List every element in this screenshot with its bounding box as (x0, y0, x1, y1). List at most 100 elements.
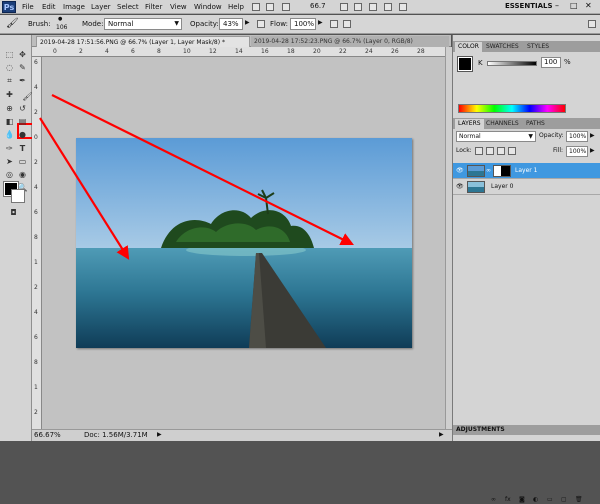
menu-file[interactable]: File (22, 2, 34, 12)
menu-layer[interactable]: Layer (91, 2, 111, 12)
pen-tool-icon[interactable]: ✑ (4, 143, 15, 154)
layer-mask-thumbnail[interactable] (493, 165, 511, 177)
menu-view[interactable]: View (170, 2, 187, 12)
trash-icon[interactable]: 🗑 (575, 496, 583, 503)
mode-select[interactable]: Normal ▼ (104, 18, 182, 30)
path-selection-tool-icon[interactable]: ➤ (4, 156, 15, 167)
background-color-swatch[interactable] (11, 189, 25, 203)
panel-toggle-icon[interactable] (588, 20, 596, 28)
document-image[interactable] (76, 138, 412, 348)
menu-image[interactable]: Image (63, 2, 85, 12)
zoom-icon[interactable] (354, 3, 362, 11)
layer-1-thumbnail[interactable] (467, 165, 485, 177)
dodge-tool-icon[interactable]: ● (17, 129, 28, 140)
brush-preview-icon[interactable]: ● (58, 16, 62, 22)
layer-style-icon[interactable]: fx (505, 496, 511, 503)
crop-tool-icon[interactable]: ⌗ (4, 75, 15, 86)
eraser-tool-icon[interactable]: ◧ (4, 116, 15, 127)
fill-field[interactable]: 100% (566, 146, 588, 157)
lasso-tool-icon[interactable]: ◌ (4, 62, 15, 73)
lock-all-icon[interactable] (508, 147, 516, 155)
color-spectrum[interactable] (458, 104, 566, 113)
layer-row-layer-1[interactable]: 👁 ∞ Layer 1 (453, 163, 600, 179)
status-menu-arrow-icon[interactable]: ▶ (157, 431, 162, 438)
lock-pixels-icon[interactable] (486, 147, 494, 155)
layer-0-name[interactable]: Layer 0 (491, 183, 513, 190)
layer-0-thumbnail[interactable] (467, 181, 485, 193)
3d-camera-tool-icon[interactable]: ◉ (17, 169, 28, 180)
eye-icon[interactable]: 👁 (456, 183, 464, 190)
brush-tool-preset-icon[interactable]: 🖌 (6, 18, 19, 29)
new-layer-icon[interactable]: ▢ (561, 496, 567, 503)
vertical-scrollbar[interactable] (445, 47, 452, 429)
brush-size[interactable]: 106 (56, 24, 67, 31)
eyedropper-tool-icon[interactable]: ✒ (17, 75, 28, 86)
opacity-field[interactable]: 43% (219, 18, 243, 30)
flow-arrow-icon[interactable]: ▶ (318, 19, 323, 26)
extras-icon[interactable] (282, 3, 290, 11)
tablet-pressure-icon[interactable] (257, 20, 265, 28)
tab-layers[interactable]: LAYERS (455, 119, 484, 129)
zoom-percentage[interactable]: 66.67% (34, 431, 61, 439)
tab-color[interactable]: COLOR (455, 42, 482, 52)
quick-selection-tool-icon[interactable]: ✎ (17, 62, 28, 73)
menu-help[interactable]: Help (228, 2, 244, 12)
add-mask-icon[interactable]: ◙ (519, 496, 525, 503)
menu-window[interactable]: Window (194, 2, 222, 12)
shape-tool-icon[interactable]: ▭ (17, 156, 28, 167)
ruler-horizontal[interactable]: 0 2 4 6 8 10 12 14 16 18 20 22 24 26 28 (32, 47, 445, 57)
move-tool-icon[interactable]: ✥ (17, 49, 28, 60)
menu-filter[interactable]: Filter (145, 2, 162, 12)
adjustments-panel-tab[interactable]: ADJUSTMENTS (453, 425, 600, 435)
arrange-documents-icon[interactable] (384, 3, 392, 11)
eye-icon[interactable]: 👁 (456, 167, 464, 174)
color-panel-foreground-swatch[interactable] (457, 56, 473, 72)
lock-position-icon[interactable] (497, 147, 505, 155)
lock-transparency-icon[interactable] (475, 147, 483, 155)
k-channel-value[interactable]: 100 (541, 57, 561, 68)
tab-styles[interactable]: STYLES (524, 42, 552, 52)
mini-bridge-icon[interactable] (266, 3, 274, 11)
blur-tool-icon[interactable]: 💧 (4, 129, 15, 140)
tab-swatches[interactable]: SWATCHES (483, 42, 522, 52)
quick-mask-icon[interactable]: ◘ (8, 207, 19, 218)
clone-stamp-tool-icon[interactable]: ⊕ (4, 103, 15, 114)
workspace-switcher[interactable]: ESSENTIALS (505, 2, 553, 10)
link-icon[interactable]: ∞ (486, 167, 491, 174)
new-group-icon[interactable]: ▭ (547, 496, 553, 503)
blend-mode-select[interactable]: Normal ▼ (456, 131, 536, 142)
healing-brush-tool-icon[interactable]: ✚ (4, 89, 15, 100)
tab-document-1[interactable]: 2019-04-28 17:51:56.PNG @ 66.7% (Layer 1… (36, 36, 250, 47)
layer-1-name[interactable]: Layer 1 (515, 167, 537, 174)
menu-edit[interactable]: Edit (42, 2, 56, 12)
restore-icon[interactable]: □ (570, 1, 578, 10)
menu-select[interactable]: Select (117, 2, 139, 12)
marquee-tool-icon[interactable]: ⬚ (4, 49, 15, 60)
gradient-tool-icon[interactable]: ▤ (17, 116, 28, 127)
type-tool-icon[interactable]: T (17, 143, 28, 154)
tab-document-2[interactable]: 2019-04-28 17:52:23.PNG @ 66.7% (Layer 0… (251, 36, 449, 47)
layer-row-layer-0[interactable]: 👁 Layer 0 (453, 179, 600, 195)
rotate-view-icon[interactable] (369, 3, 377, 11)
close-icon[interactable]: ✕ (585, 1, 592, 10)
tablet-opacity-icon[interactable] (343, 20, 351, 28)
link-layers-icon[interactable]: ∞ (491, 496, 496, 503)
history-brush-tool-icon[interactable]: ↺ (17, 103, 28, 114)
screen-mode-icon[interactable] (399, 3, 407, 11)
scroll-right-icon[interactable]: ▶ (439, 431, 444, 438)
zoom-level[interactable]: 66.7 (310, 2, 326, 10)
tab-channels[interactable]: CHANNELS (483, 119, 522, 129)
tab-paths[interactable]: PATHS (523, 119, 548, 129)
ruler-vertical[interactable]: 6 4 2 0 2 4 6 8 1 2 4 6 8 1 2 (32, 57, 42, 429)
bridge-icon[interactable] (252, 3, 260, 11)
adjustment-layer-icon[interactable]: ◐ (533, 496, 538, 503)
opacity-arrow-icon[interactable]: ▶ (245, 19, 250, 26)
airbrush-icon[interactable] (330, 20, 338, 28)
hand-icon[interactable] (340, 3, 348, 11)
minimize-icon[interactable]: – (555, 1, 559, 10)
layer-opacity-field[interactable]: 100% (566, 131, 588, 142)
layer-opacity-arrow-icon[interactable]: ▶ (590, 132, 595, 139)
3d-rotate-tool-icon[interactable]: ◎ (4, 169, 15, 180)
k-channel-slider[interactable] (487, 61, 537, 66)
flow-field[interactable]: 100% (290, 18, 316, 30)
